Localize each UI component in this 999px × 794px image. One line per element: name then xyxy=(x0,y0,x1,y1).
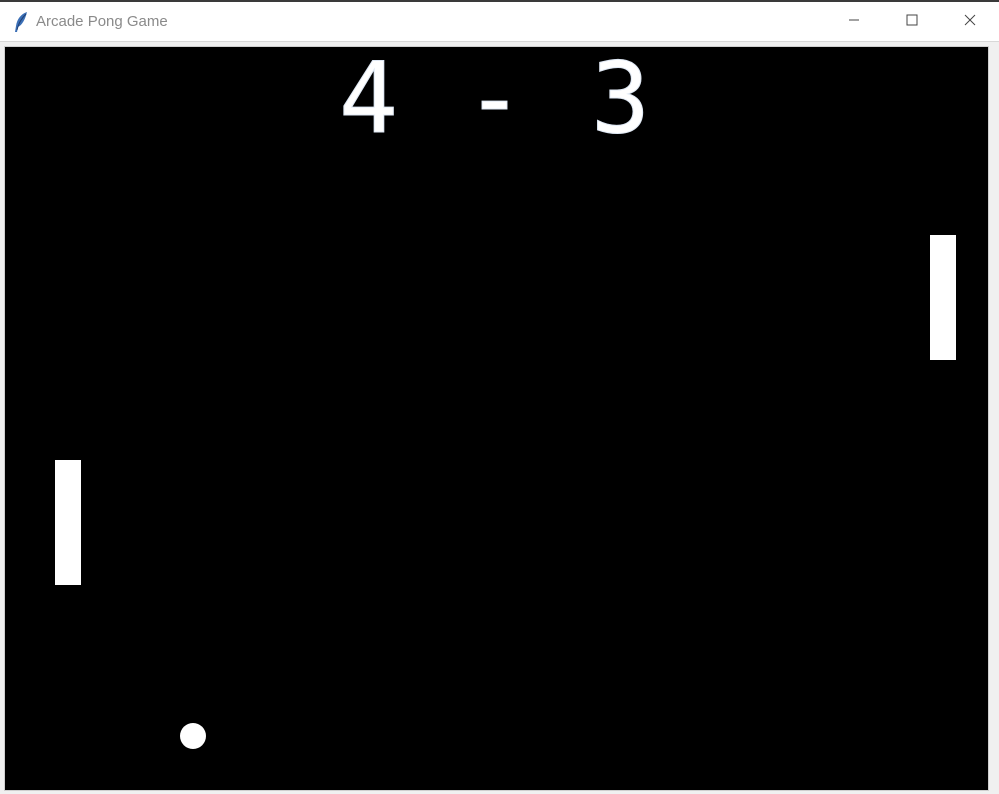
maximize-icon xyxy=(906,13,918,31)
feather-icon xyxy=(12,11,30,33)
game-canvas[interactable]: 4 - 3 xyxy=(4,46,989,791)
minimize-button[interactable] xyxy=(825,2,883,42)
window-title: Arcade Pong Game xyxy=(36,13,168,30)
minimize-icon xyxy=(848,13,860,31)
close-button[interactable] xyxy=(941,2,999,42)
app-window: Arcade Pong Game 4 - 3 xyxy=(0,0,999,794)
right-paddle xyxy=(930,235,956,360)
title-bar[interactable]: Arcade Pong Game xyxy=(0,2,999,42)
close-icon xyxy=(964,13,976,31)
score-display: 4 - 3 xyxy=(338,46,654,156)
maximize-button[interactable] xyxy=(883,2,941,42)
ball xyxy=(180,723,206,749)
left-paddle xyxy=(55,460,81,585)
